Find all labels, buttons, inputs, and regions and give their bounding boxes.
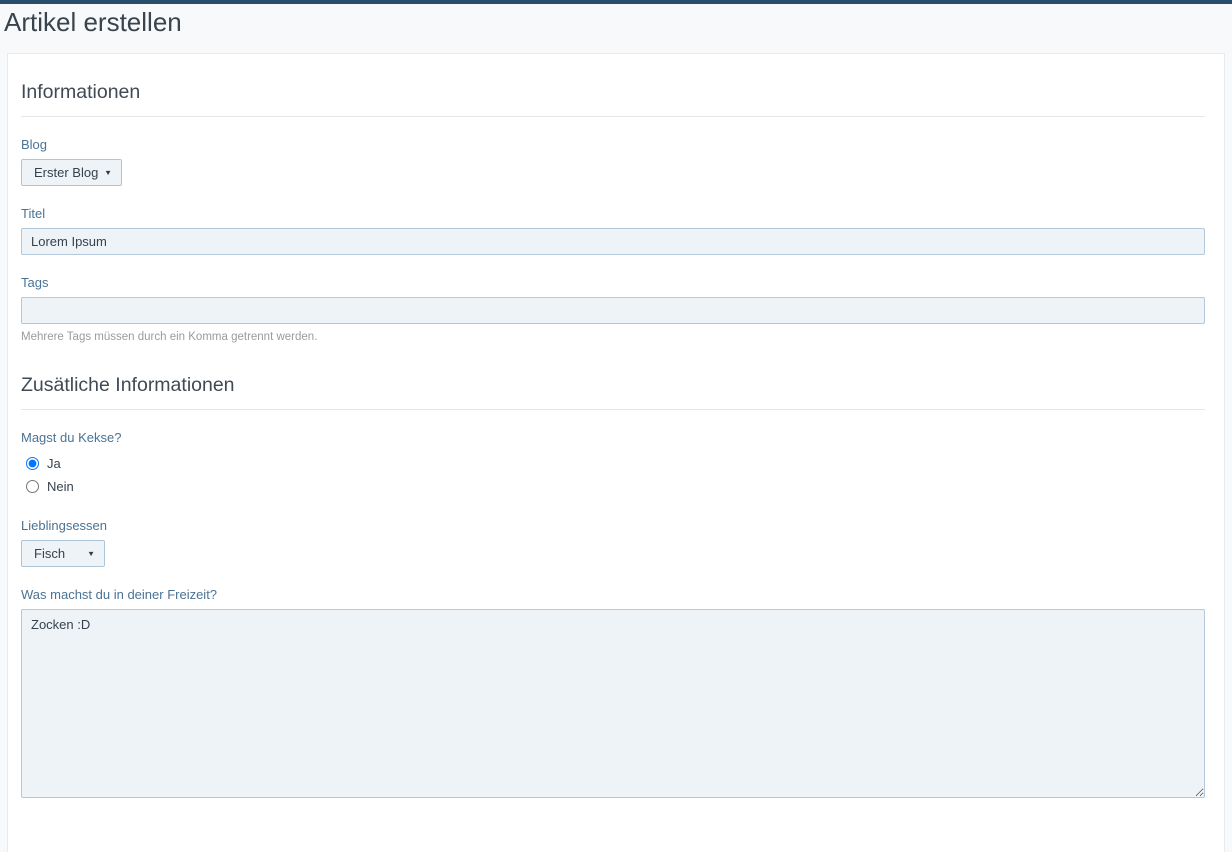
lieblingsessen-select[interactable]: Fisch ▼: [21, 540, 105, 567]
page-title: Artikel erstellen: [4, 7, 1232, 38]
field-kekse: Magst du Kekse? Ja Nein: [21, 430, 1205, 498]
section-heading-veroeffentlichung: Veröffentlichung: [21, 848, 1205, 852]
radio-ja-label: Ja: [47, 456, 61, 471]
titel-input[interactable]: [21, 228, 1205, 255]
radio-ja-input[interactable]: [26, 457, 39, 470]
divider: [21, 409, 1205, 410]
radio-nein-input[interactable]: [26, 480, 39, 493]
radio-option-ja[interactable]: Ja: [26, 452, 1205, 475]
field-lieblingsessen: Lieblingsessen Fisch ▼: [21, 518, 1205, 567]
chevron-down-icon: ▼: [87, 550, 95, 557]
top-accent-bar: [0, 0, 1232, 4]
lieblingsessen-label: Lieblingsessen: [21, 518, 1205, 533]
radio-nein-label: Nein: [47, 479, 74, 494]
kekse-label: Magst du Kekse?: [21, 430, 1205, 445]
titel-label: Titel: [21, 206, 1205, 221]
section-heading-informationen: Informationen: [21, 80, 1205, 104]
blog-select[interactable]: Erster Blog ▼: [21, 159, 122, 186]
field-titel: Titel: [21, 206, 1205, 255]
tags-input[interactable]: [21, 297, 1205, 324]
kekse-radio-group: Ja Nein: [21, 452, 1205, 498]
field-freizeit: Was machst du in deiner Freizeit? Zocken…: [21, 587, 1205, 798]
form-card: Informationen Blog Erster Blog ▼ Titel T…: [7, 53, 1225, 852]
freizeit-textarea[interactable]: Zocken :D: [21, 609, 1205, 798]
radio-option-nein[interactable]: Nein: [26, 475, 1205, 498]
chevron-down-icon: ▼: [104, 169, 112, 176]
tags-help-text: Mehrere Tags müssen durch ein Komma getr…: [21, 331, 1205, 343]
divider: [21, 116, 1205, 117]
field-tags: Tags Mehrere Tags müssen durch ein Komma…: [21, 275, 1205, 343]
freizeit-label: Was machst du in deiner Freizeit?: [21, 587, 1205, 602]
field-blog: Blog Erster Blog ▼: [21, 137, 1205, 186]
lieblingsessen-select-value: Fisch: [34, 546, 65, 561]
blog-select-value: Erster Blog: [34, 165, 98, 180]
blog-label: Blog: [21, 137, 1205, 152]
tags-label: Tags: [21, 275, 1205, 290]
section-heading-zusaetliche-informationen: Zusätliche Informationen: [21, 373, 1205, 397]
